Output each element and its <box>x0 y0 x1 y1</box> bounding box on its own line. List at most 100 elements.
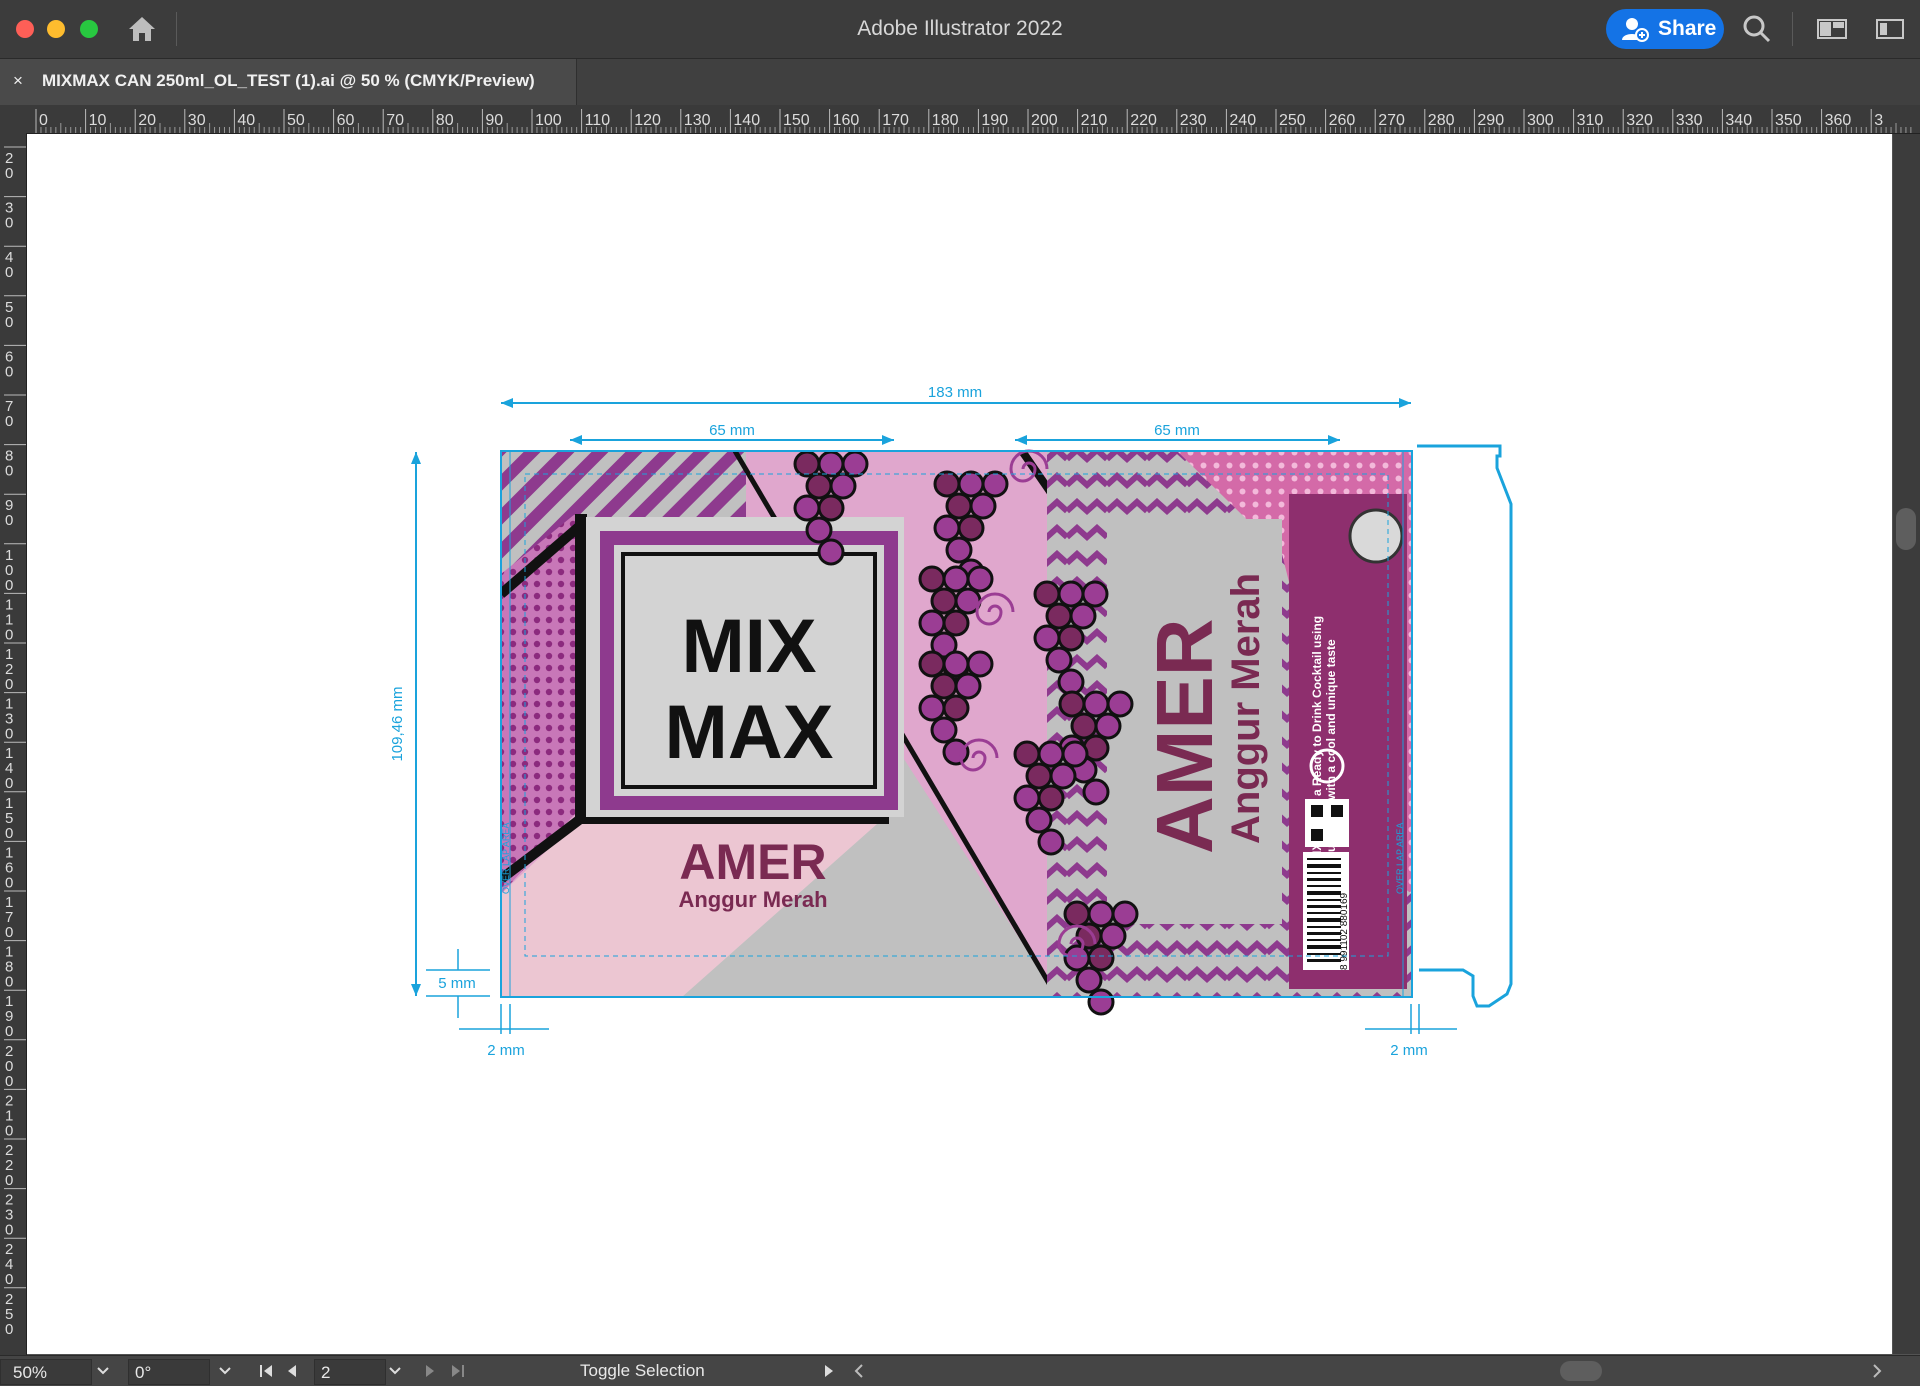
document-tab-bar: × MIXMAX CAN 250ml_OL_TEST (1).ai @ 50 %… <box>0 59 1920 105</box>
ruler-label: 230 <box>1180 112 1207 129</box>
grape <box>1082 778 1110 806</box>
horizontal-ruler[interactable]: 0 10 20 30 40 50 60 70 80 90 100 110 120 130 140 150 160… <box>0 105 1920 134</box>
ruler-label: 330 <box>1676 112 1703 129</box>
status-menu-arrow-icon[interactable] <box>822 1363 836 1379</box>
mixmax-logo: MIX MAX <box>575 514 904 824</box>
vertical-ruler-ticks: 2030405060708090100110120130140150160170… <box>4 146 26 1338</box>
scroll-right-icon[interactable] <box>1870 1363 1884 1379</box>
grape <box>918 650 946 678</box>
grape <box>954 672 982 700</box>
workspace-layout-icon[interactable] <box>1816 14 1848 44</box>
rotation-value: 0° <box>135 1363 152 1382</box>
vertical-ruler[interactable]: 2030405060708090100110120130140150160170… <box>0 133 27 1355</box>
dim-front-right: 65 mm <box>1154 422 1200 439</box>
ruler-label: 280 <box>1428 112 1455 129</box>
grape <box>1057 668 1085 696</box>
artboard-dropdown-chevron-icon[interactable] <box>388 1365 402 1377</box>
ruler-label: 320 <box>1626 112 1653 129</box>
grape <box>1037 784 1065 812</box>
grape <box>1057 580 1085 608</box>
ruler-label: 0 <box>39 112 48 129</box>
grape <box>942 565 970 593</box>
grape <box>1087 900 1115 928</box>
close-tab-icon[interactable]: × <box>13 71 23 91</box>
grape <box>1033 580 1061 608</box>
ruler-label: 180 <box>932 112 959 129</box>
grape <box>1037 828 1065 856</box>
ruler-label: 0 <box>5 1122 13 1139</box>
ruler-label: 0 <box>5 676 13 693</box>
grape <box>957 514 985 542</box>
ruler-label: 0 <box>5 363 13 380</box>
ruler-label: 300 <box>1527 112 1554 129</box>
vertical-scroll-thumb[interactable] <box>1896 508 1916 550</box>
grape <box>1045 646 1073 674</box>
artboard-number: 2 <box>321 1363 331 1382</box>
document-tab[interactable]: × MIXMAX CAN 250ml_OL_TEST (1).ai @ 50 %… <box>0 59 577 105</box>
vertical-scrollbar[interactable] <box>1893 134 1920 1354</box>
ruler-label: 190 <box>981 112 1008 129</box>
grape <box>933 514 961 542</box>
grape <box>1045 602 1073 630</box>
grape <box>1025 762 1053 790</box>
ruler-label: 130 <box>684 112 711 129</box>
barcode-number: 8 991102 880169 <box>1339 892 1350 970</box>
last-artboard-icon[interactable] <box>450 1363 466 1379</box>
ruler-label: 200 <box>1031 112 1058 129</box>
toggle-selection-label[interactable]: Toggle Selection <box>580 1361 705 1381</box>
zoom-value: 50% <box>13 1363 48 1382</box>
grape <box>942 650 970 678</box>
share-button[interactable]: Share <box>1606 9 1724 49</box>
first-artboard-icon[interactable] <box>258 1363 274 1379</box>
ruler-label: 110 <box>585 112 611 129</box>
ruler-label: 160 <box>833 112 860 129</box>
ruler-label: 0 <box>5 1073 13 1090</box>
ruler-label: 0 <box>5 314 13 331</box>
ruler-label: 100 <box>535 112 562 129</box>
zoom-dropdown-chevron-icon[interactable] <box>96 1365 110 1377</box>
rotation-field[interactable]: 0° <box>128 1359 210 1385</box>
panel-toggle-icon[interactable] <box>1874 14 1906 44</box>
ruler-label: 260 <box>1329 112 1356 129</box>
grape <box>1049 762 1077 790</box>
rotation-dropdown-chevron-icon[interactable] <box>218 1365 232 1377</box>
artboard-number-field[interactable]: 2 <box>314 1359 386 1385</box>
ruler-label: 0 <box>5 775 13 792</box>
ruler-label: 0 <box>5 726 13 743</box>
zoom-field[interactable]: 50% <box>0 1359 92 1385</box>
scroll-left-icon[interactable] <box>852 1363 866 1379</box>
dim-front-left: 65 mm <box>709 422 755 439</box>
grape <box>930 716 958 744</box>
grape <box>1037 740 1065 768</box>
grape <box>817 538 845 566</box>
grape <box>1087 988 1115 1016</box>
artboard-canvas[interactable]: 183 mm 65 mm 65 mm 109,46 mm 5 mm 2 mm 2… <box>27 134 1892 1354</box>
ruler-label: 0 <box>5 215 13 232</box>
grape <box>945 492 973 520</box>
ruler-label: 0 <box>5 1172 13 1189</box>
grape <box>966 650 994 678</box>
grape <box>918 565 946 593</box>
search-icon[interactable] <box>1742 14 1772 44</box>
ruler-label: 290 <box>1477 112 1504 129</box>
ruler-label: 0 <box>5 463 13 480</box>
ruler-label: 0 <box>5 974 13 991</box>
grape <box>942 609 970 637</box>
grape <box>1061 740 1089 768</box>
side-product-flavor: Anggur Merah <box>1224 573 1268 844</box>
next-artboard-icon[interactable] <box>422 1363 438 1379</box>
grape <box>1013 784 1041 812</box>
grape <box>1099 922 1127 950</box>
grape <box>1082 690 1110 718</box>
previous-artboard-icon[interactable] <box>284 1363 300 1379</box>
ruler-label: 80 <box>436 112 454 129</box>
grape <box>1025 806 1053 834</box>
grape <box>969 492 997 520</box>
ruler-label: 340 <box>1725 112 1752 129</box>
ruler-label: 360 <box>1825 112 1852 129</box>
dim-bleed-right: 2 mm <box>1390 1042 1428 1059</box>
horizontal-scroll-thumb[interactable] <box>1560 1361 1602 1381</box>
grape <box>1069 602 1097 630</box>
front-product-name: AMER <box>679 834 826 890</box>
grape <box>1111 900 1139 928</box>
